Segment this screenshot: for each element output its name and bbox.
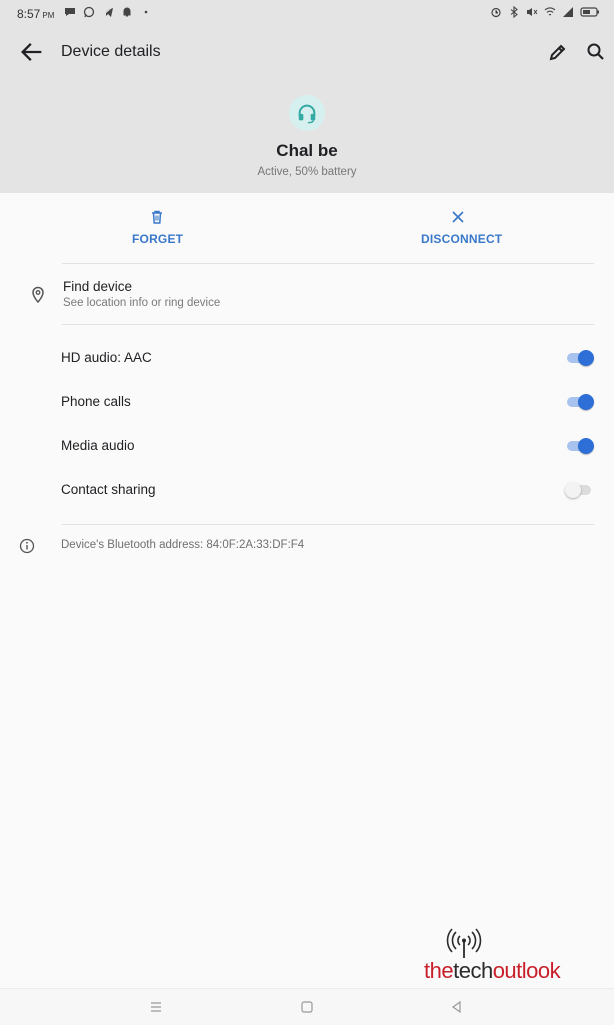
device-avatar bbox=[289, 95, 325, 131]
alarm-icon bbox=[491, 7, 501, 18]
forget-label: FORGET bbox=[132, 232, 184, 246]
toggle-label: Phone calls bbox=[61, 394, 131, 409]
back-triangle-icon[interactable] bbox=[449, 999, 465, 1015]
home-icon[interactable] bbox=[299, 999, 315, 1015]
chat-icon bbox=[65, 8, 75, 16]
battery-icon bbox=[580, 7, 599, 17]
toggle-label: HD audio: AAC bbox=[61, 350, 152, 365]
dot-icon bbox=[144, 10, 148, 14]
hd-audio-switch[interactable] bbox=[565, 350, 595, 366]
wifi-icon bbox=[544, 7, 556, 16]
divider bbox=[62, 524, 594, 525]
toggle-hd-audio[interactable]: HD audio: AAC bbox=[0, 336, 614, 380]
bluetooth-icon bbox=[510, 6, 518, 18]
whatsapp-icon bbox=[83, 6, 95, 18]
close-icon bbox=[452, 211, 464, 223]
search-icon[interactable] bbox=[584, 40, 608, 64]
toggle-contact-sharing[interactable]: Contact sharing bbox=[0, 468, 614, 512]
contact-sharing-switch[interactable] bbox=[565, 482, 595, 498]
phone-calls-switch[interactable] bbox=[565, 394, 595, 410]
status-bar: 8:57 PM bbox=[0, 0, 614, 28]
find-device-title: Find device bbox=[63, 279, 133, 294]
bluetooth-address: Device's Bluetooth address: 84:0F:2A:33:… bbox=[61, 539, 305, 551]
watermark-text: thetechoutlook bbox=[424, 958, 561, 983]
toggle-media-audio[interactable]: Media audio bbox=[0, 424, 614, 468]
watermark-logo: thetechoutlook bbox=[424, 928, 589, 988]
app-bar: Device details bbox=[0, 28, 614, 76]
forget-button[interactable]: FORGET bbox=[102, 193, 302, 263]
divider bbox=[62, 324, 594, 325]
status-time: 8:57 PM bbox=[17, 7, 55, 21]
toggle-label: Contact sharing bbox=[61, 482, 156, 497]
device-actions: FORGET DISCONNECT bbox=[62, 193, 594, 263]
trash-icon bbox=[152, 210, 162, 224]
media-audio-switch[interactable] bbox=[565, 438, 595, 454]
toggle-phone-calls[interactable]: Phone calls bbox=[0, 380, 614, 424]
pencil-icon[interactable] bbox=[546, 40, 570, 64]
telegram-icon bbox=[103, 8, 113, 17]
location-pin-icon bbox=[32, 286, 44, 303]
headset-icon bbox=[298, 104, 316, 124]
toggle-label: Media audio bbox=[61, 438, 135, 453]
info-icon bbox=[19, 538, 35, 554]
menu-icon[interactable] bbox=[148, 999, 164, 1015]
notification-icon bbox=[123, 7, 131, 17]
arrow-back-icon[interactable] bbox=[18, 38, 46, 66]
signal-tower-icon bbox=[446, 928, 482, 958]
find-device-row[interactable]: Find device See location info or ring de… bbox=[0, 264, 614, 324]
disconnect-label: DISCONNECT bbox=[421, 232, 503, 246]
signal-icon bbox=[563, 7, 573, 17]
page-title: Device details bbox=[61, 43, 161, 60]
mute-icon bbox=[527, 8, 538, 16]
navigation-bar bbox=[0, 988, 614, 1025]
device-status: Active, 50% battery bbox=[257, 166, 357, 178]
find-device-subtitle: See location info or ring device bbox=[63, 297, 221, 309]
disconnect-button[interactable]: DISCONNECT bbox=[392, 193, 592, 263]
bluetooth-info-row: Device's Bluetooth address: 84:0F:2A:33:… bbox=[0, 528, 614, 564]
device-name: Chal be bbox=[276, 141, 338, 160]
